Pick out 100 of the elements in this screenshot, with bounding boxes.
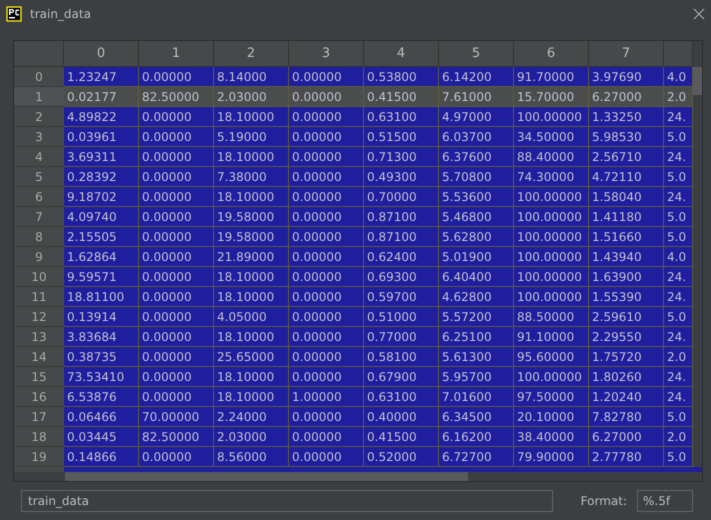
row-header[interactable]: 13 [14, 327, 64, 347]
table-cell[interactable]: 1.58040 [589, 187, 664, 207]
table-cell[interactable]: 0.58100 [364, 347, 439, 367]
table-cell[interactable]: 24. [664, 327, 693, 347]
table-cell[interactable]: 1.75720 [589, 347, 664, 367]
table-cell[interactable]: 100.00000 [514, 227, 589, 247]
table-cell[interactable]: 2.03000 [214, 427, 289, 447]
table-cell[interactable]: 0.00000 [139, 187, 214, 207]
table-cell[interactable]: 2.0 [664, 87, 693, 107]
row-header[interactable]: 12 [14, 307, 64, 327]
table-cell[interactable]: 5.0 [664, 307, 693, 327]
table-cell[interactable]: 5.01900 [439, 247, 514, 267]
table-cell[interactable]: 1.62864 [64, 247, 139, 267]
table-cell[interactable]: 0.00000 [289, 147, 364, 167]
table-cell[interactable]: 97.50000 [514, 387, 589, 407]
table-cell[interactable]: 7.01600 [439, 387, 514, 407]
table-cell[interactable]: 0.00000 [289, 87, 364, 107]
row-header[interactable]: 17 [14, 407, 64, 427]
table-cell[interactable]: 100.00000 [514, 207, 589, 227]
row-header[interactable]: 11 [14, 287, 64, 307]
table-cell[interactable]: 20.10000 [514, 407, 589, 427]
table-cell[interactable]: 79.90000 [514, 447, 589, 467]
table-cell[interactable]: 2.0 [664, 427, 693, 447]
table-cell[interactable]: 100.00000 [514, 187, 589, 207]
table-cell[interactable]: 1.33250 [589, 107, 664, 127]
row-header[interactable]: 0 [14, 67, 64, 87]
table-cell[interactable]: 0.51000 [364, 307, 439, 327]
table-cell[interactable]: 3.83684 [64, 327, 139, 347]
table-cell[interactable]: 18.81100 [64, 287, 139, 307]
table-cell[interactable]: 0.00000 [139, 227, 214, 247]
table-cell[interactable]: 5.0 [664, 447, 693, 467]
table-cell[interactable]: 0.03445 [64, 427, 139, 447]
table-cell[interactable]: 0.13914 [64, 307, 139, 327]
table-cell[interactable]: 82.50000 [139, 427, 214, 447]
table-cell[interactable]: 18.10000 [214, 387, 289, 407]
table-cell[interactable]: 0.69300 [364, 267, 439, 287]
table-cell[interactable]: 0.59700 [364, 287, 439, 307]
table-cell[interactable]: 100.00000 [514, 287, 589, 307]
table-cell[interactable]: 38.40000 [514, 427, 589, 447]
table-cell[interactable]: 0.00000 [289, 367, 364, 387]
table-cell[interactable]: 0.00000 [289, 427, 364, 447]
row-header[interactable]: 4 [14, 147, 64, 167]
table-cell[interactable]: 0.00000 [289, 187, 364, 207]
table-cell[interactable]: 82.50000 [139, 87, 214, 107]
table-cell[interactable]: 5.95700 [439, 367, 514, 387]
table-cell[interactable]: 5.0 [664, 127, 693, 147]
table-cell[interactable]: 18.10000 [214, 327, 289, 347]
table-cell[interactable]: 0.00000 [139, 107, 214, 127]
table-cell[interactable]: 100.00000 [514, 267, 589, 287]
table-cell[interactable]: 0.00000 [289, 207, 364, 227]
table-cell[interactable]: 1.20240 [589, 387, 664, 407]
table-cell[interactable]: 1.23247 [64, 67, 139, 87]
table-cell[interactable]: 4.09740 [64, 207, 139, 227]
table-cell[interactable]: 100.00000 [514, 247, 589, 267]
column-header[interactable]: 0 [64, 41, 139, 67]
table-cell[interactable]: 7.38000 [214, 167, 289, 187]
table-cell[interactable]: 8.56000 [214, 447, 289, 467]
table-cell[interactable]: 4.72110 [589, 167, 664, 187]
table-cell[interactable]: 25.65000 [214, 347, 289, 367]
table-cell[interactable]: 0.00000 [139, 267, 214, 287]
column-header[interactable]: 7 [589, 41, 664, 67]
table-cell[interactable]: 6.25100 [439, 327, 514, 347]
table-cell[interactable]: 1.55390 [589, 287, 664, 307]
table-cell[interactable]: 100.00000 [514, 107, 589, 127]
table-cell[interactable]: 34.50000 [514, 127, 589, 147]
table-cell[interactable]: 4.0 [664, 67, 693, 87]
row-header[interactable]: 16 [14, 387, 64, 407]
table-cell[interactable]: 5.57200 [439, 307, 514, 327]
table-cell[interactable]: 0.00000 [289, 327, 364, 347]
table-cell[interactable]: 9.18702 [64, 187, 139, 207]
table-cell[interactable]: 0.00000 [139, 167, 214, 187]
table-cell[interactable]: 0.00000 [139, 327, 214, 347]
table-cell[interactable]: 5.0 [664, 227, 693, 247]
row-header[interactable]: 2 [14, 107, 64, 127]
table-cell[interactable]: 15.70000 [514, 87, 589, 107]
table-cell[interactable]: 0.00000 [139, 367, 214, 387]
table-cell[interactable]: 21.89000 [214, 247, 289, 267]
column-header[interactable]: 5 [439, 41, 514, 67]
table-cell[interactable]: 0.06466 [64, 407, 139, 427]
table-cell[interactable]: 7.61000 [439, 87, 514, 107]
table-cell[interactable]: 5.62800 [439, 227, 514, 247]
table-cell[interactable]: 5.0 [664, 167, 693, 187]
table-cell[interactable]: 5.98530 [589, 127, 664, 147]
table-cell[interactable]: 0.00000 [139, 387, 214, 407]
table-cell[interactable]: 9.59571 [64, 267, 139, 287]
table-cell[interactable]: 0.53800 [364, 67, 439, 87]
column-header[interactable]: 6 [514, 41, 589, 67]
table-cell[interactable]: 0.00000 [289, 267, 364, 287]
table-cell[interactable]: 0.38735 [64, 347, 139, 367]
table-cell[interactable]: 4.62800 [439, 287, 514, 307]
table-cell[interactable]: 0.00000 [139, 347, 214, 367]
close-icon[interactable] [693, 8, 705, 20]
row-header[interactable]: 6 [14, 187, 64, 207]
table-cell[interactable]: 2.77780 [589, 447, 664, 467]
table-cell[interactable]: 5.46800 [439, 207, 514, 227]
table-cell[interactable]: 1.51660 [589, 227, 664, 247]
table-cell[interactable]: 0.67900 [364, 367, 439, 387]
table-cell[interactable]: 0.03961 [64, 127, 139, 147]
row-header[interactable]: 1 [14, 87, 64, 107]
table-cell[interactable]: 0.00000 [139, 147, 214, 167]
